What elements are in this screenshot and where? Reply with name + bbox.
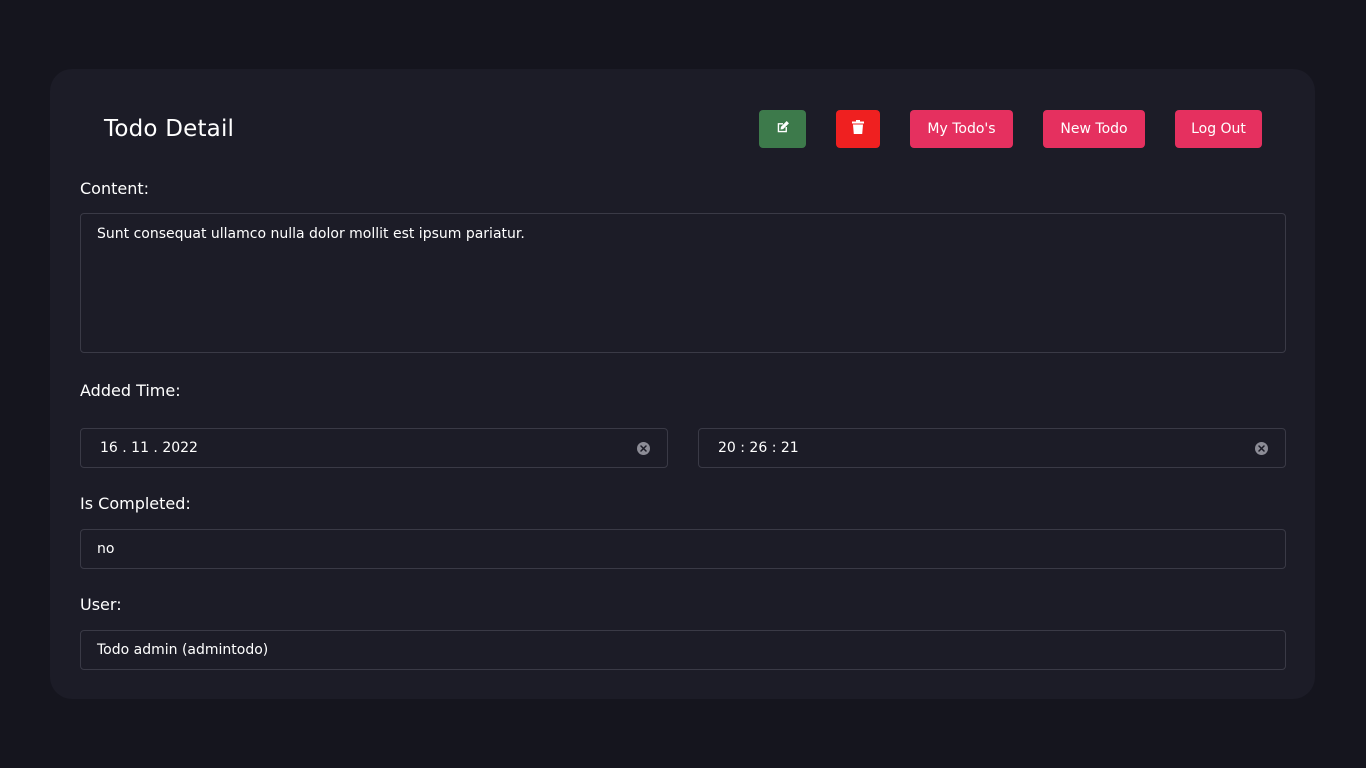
date-value: 16 . 11 . 2022 [100,440,198,456]
trash-icon [852,120,864,138]
time-input[interactable]: 20 : 26 : 21 [698,428,1286,468]
clear-date-icon[interactable] [637,442,650,455]
edit-button[interactable] [759,110,806,148]
date-input[interactable]: 16 . 11 . 2022 [80,428,668,468]
added-time-label: Added Time: [80,381,181,400]
user-field[interactable]: Todo admin (admintodo) [80,630,1286,670]
logout-button[interactable]: Log Out [1175,110,1262,148]
user-label: User: [80,595,122,614]
content-label: Content: [80,179,150,198]
time-value: 20 : 26 : 21 [718,440,799,456]
is-completed-field[interactable]: no [80,529,1286,569]
content-textarea[interactable]: Sunt consequat ullamco nulla dolor molli… [80,213,1286,353]
new-todo-button[interactable]: New Todo [1043,110,1145,148]
edit-icon [776,120,790,138]
delete-button[interactable] [836,110,880,148]
clear-time-icon[interactable] [1255,442,1268,455]
page-title: Todo Detail [104,116,235,142]
is-completed-label: Is Completed: [80,494,191,513]
my-todos-button[interactable]: My Todo's [910,110,1013,148]
todo-detail-card: Todo Detail My Todo's New Todo Log Out C… [50,69,1315,699]
